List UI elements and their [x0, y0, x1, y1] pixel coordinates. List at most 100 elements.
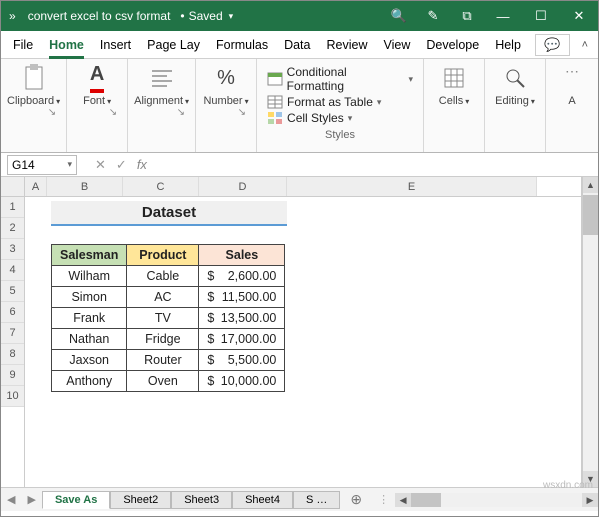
sheet-tab[interactable]: Sheet2	[110, 491, 171, 509]
tab-insert[interactable]: Insert	[92, 31, 139, 58]
scroll-thumb[interactable]	[583, 195, 598, 235]
column-header[interactable]: B	[47, 177, 123, 196]
pen-icon[interactable]: ✎	[416, 8, 450, 24]
ribbon: Clipboard▾ ↘ A Font▾ ↘ Alignment▾ ↘ % Nu…	[1, 59, 598, 153]
group-launcher-icon[interactable]: ↘	[177, 107, 189, 118]
analyze-button[interactable]: ⋯ A	[548, 63, 596, 107]
tab-formulas[interactable]: Formulas	[208, 31, 276, 58]
tab-developer[interactable]: Develope	[418, 31, 487, 58]
row-header[interactable]: 1	[1, 197, 24, 218]
clipboard-label: Clipboard	[7, 95, 54, 107]
window-mode-icon[interactable]: ⧉	[450, 8, 484, 24]
sheet-tab-active[interactable]: Save As	[42, 491, 110, 509]
row-header[interactable]: 2	[1, 218, 24, 239]
tab-file[interactable]: File	[5, 31, 41, 58]
row-header[interactable]: 6	[1, 302, 24, 323]
sheet-tab[interactable]: Sheet4	[232, 491, 293, 509]
cell-product[interactable]: Router	[127, 350, 199, 371]
sheet-body[interactable]: Dataset Salesman Product Sales WilhamCab…	[25, 197, 581, 477]
scroll-track[interactable]	[411, 493, 582, 507]
tab-view[interactable]: View	[375, 31, 418, 58]
minimize-button[interactable]: —	[484, 9, 522, 24]
fx-icon[interactable]: fx	[137, 157, 147, 172]
column-header[interactable]: A	[25, 177, 47, 196]
cells-button[interactable]: Cells▾	[430, 63, 478, 107]
row-headers: 1 2 3 4 5 6 7 8 9 10	[1, 177, 25, 487]
row-header[interactable]: 5	[1, 281, 24, 302]
accept-formula-icon[interactable]: ✓	[116, 157, 127, 173]
column-header[interactable]: E	[287, 177, 537, 196]
sheet-nav-prev-icon[interactable]: ◀	[1, 493, 21, 506]
cell-salesman[interactable]: Nathan	[52, 329, 127, 350]
row-header[interactable]: 10	[1, 386, 24, 407]
group-launcher-icon[interactable]: ↘	[238, 107, 250, 118]
format-as-table-button[interactable]: Format as Table▾	[267, 95, 413, 109]
cell-product[interactable]: AC	[127, 287, 199, 308]
tab-help[interactable]: Help	[487, 31, 529, 58]
cell-sales[interactable]: $10,000.00	[199, 371, 285, 392]
header-salesman[interactable]: Salesman	[52, 245, 127, 266]
column-header[interactable]: C	[123, 177, 199, 196]
row-header[interactable]: 9	[1, 365, 24, 386]
cell-styles-button[interactable]: Cell Styles▾	[267, 111, 413, 125]
close-button[interactable]: ✕	[560, 8, 598, 24]
font-button[interactable]: A Font▾	[73, 63, 121, 107]
number-button[interactable]: % Number▾	[202, 63, 250, 107]
cell-styles-icon	[267, 111, 283, 125]
scroll-up-icon[interactable]: ▲	[583, 177, 598, 193]
alignment-button[interactable]: Alignment▾	[134, 63, 189, 107]
cancel-formula-icon[interactable]: ✕	[95, 157, 106, 173]
new-sheet-button[interactable]: ⊕	[340, 491, 372, 508]
cell-product[interactable]: Cable	[127, 266, 199, 287]
sheet-tab[interactable]: S …	[293, 491, 340, 509]
tab-data[interactable]: Data	[276, 31, 318, 58]
table-row: JaxsonRouter$5,500.00	[52, 350, 285, 371]
row-header[interactable]: 3	[1, 239, 24, 260]
search-icon[interactable]: 🔍	[382, 8, 416, 24]
scroll-left-icon[interactable]: ◀	[395, 493, 411, 507]
cell-salesman[interactable]: Wilham	[52, 266, 127, 287]
sheet-tab[interactable]: Sheet3	[171, 491, 232, 509]
cell-sales[interactable]: $11,500.00	[199, 287, 285, 308]
tab-page-layout[interactable]: Page Lay	[139, 31, 208, 58]
quick-access-more-icon[interactable]: »	[1, 9, 22, 23]
header-sales[interactable]: Sales	[199, 245, 285, 266]
cell-sales[interactable]: $5,500.00	[199, 350, 285, 371]
table-row: SimonAC$11,500.00	[52, 287, 285, 308]
column-header[interactable]: D	[199, 177, 287, 196]
tab-home[interactable]: Home	[41, 31, 92, 58]
cell-salesman[interactable]: Simon	[52, 287, 127, 308]
cell-salesman[interactable]: Jaxson	[52, 350, 127, 371]
cell-salesman[interactable]: Frank	[52, 308, 127, 329]
maximize-button[interactable]: ☐	[522, 8, 560, 24]
cell-product[interactable]: Oven	[127, 371, 199, 392]
editing-button[interactable]: Editing▾	[491, 63, 539, 107]
group-launcher-icon[interactable]: ↘	[48, 107, 60, 118]
row-header[interactable]: 7	[1, 323, 24, 344]
horizontal-scrollbar[interactable]: ◀ ▶	[395, 493, 598, 507]
cell-salesman[interactable]: Anthony	[52, 371, 127, 392]
scroll-thumb[interactable]	[411, 493, 441, 507]
header-product[interactable]: Product	[127, 245, 199, 266]
row-header[interactable]: 4	[1, 260, 24, 281]
conditional-formatting-button[interactable]: Conditional Formatting▾	[267, 65, 413, 93]
scroll-track[interactable]	[583, 235, 598, 471]
select-all-corner[interactable]	[1, 177, 24, 197]
ribbon-collapse-icon[interactable]: ˄	[576, 39, 594, 51]
tab-split-handle[interactable]: ⋮	[372, 493, 395, 506]
tab-review[interactable]: Review	[318, 31, 375, 58]
cell-sales[interactable]: $13,500.00	[199, 308, 285, 329]
name-box[interactable]: G14 ▾	[7, 155, 77, 175]
title-dropdown-icon[interactable]: ▾	[223, 11, 240, 22]
scroll-right-icon[interactable]: ▶	[582, 493, 598, 507]
sheet-nav-next-icon[interactable]: ▶	[21, 493, 41, 506]
cell-sales[interactable]: $2,600.00	[199, 266, 285, 287]
row-header[interactable]: 8	[1, 344, 24, 365]
paste-button[interactable]: Clipboard▾	[7, 63, 60, 107]
cell-product[interactable]: Fridge	[127, 329, 199, 350]
comments-button[interactable]: 💬	[535, 34, 569, 56]
cell-product[interactable]: TV	[127, 308, 199, 329]
vertical-scrollbar[interactable]: ▲ ▼	[582, 177, 598, 487]
cell-sales[interactable]: $17,000.00	[199, 329, 285, 350]
group-launcher-icon[interactable]: ↘	[109, 107, 121, 118]
